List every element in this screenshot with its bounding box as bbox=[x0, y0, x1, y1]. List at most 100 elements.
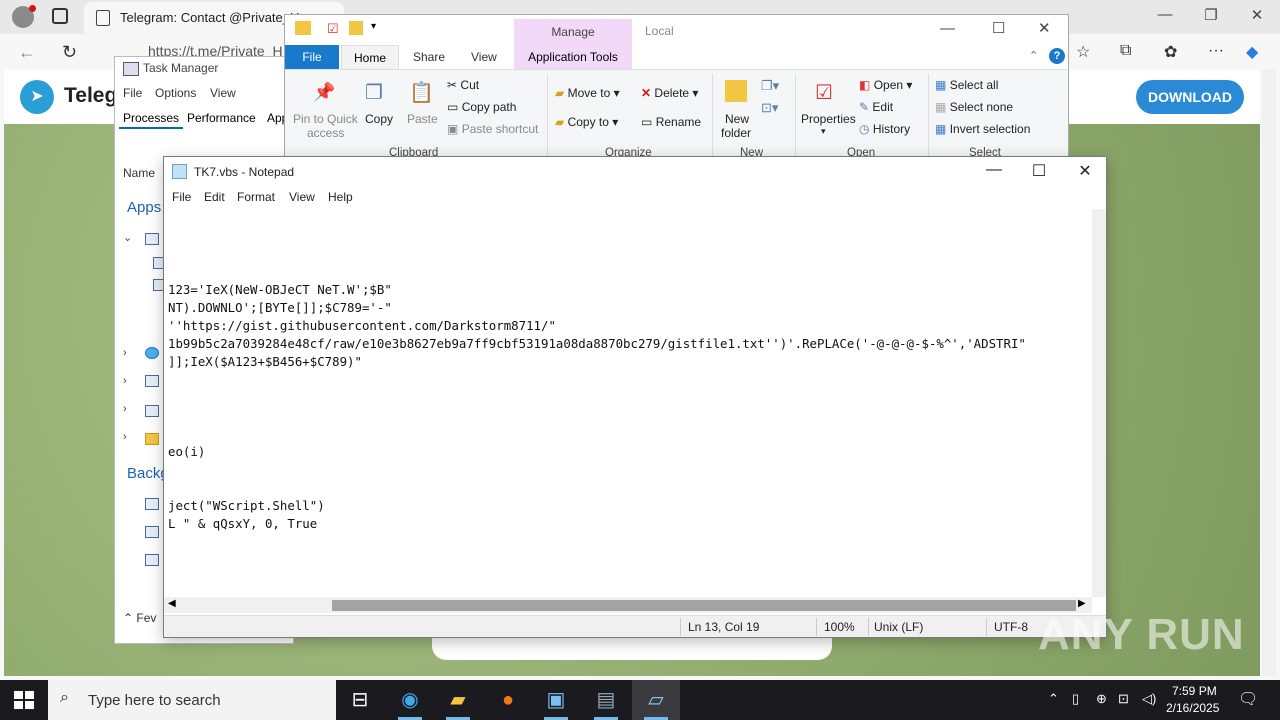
ribbon-tab-view[interactable]: View bbox=[471, 50, 497, 64]
notepad-text-area[interactable]: 123='IeX(NeW-OBJeCT NeT.W';$B" NT).DOWNL… bbox=[168, 209, 1090, 597]
file-explorer-taskbar-icon[interactable]: ▰ bbox=[434, 680, 482, 720]
download-button[interactable]: DOWNLOAD bbox=[1136, 80, 1244, 114]
properties-dropdown-icon[interactable]: ▾ bbox=[821, 126, 826, 137]
notifications-icon[interactable]: 🗨 bbox=[1238, 689, 1258, 709]
rename-button[interactable]: ▭ Rename bbox=[641, 115, 701, 129]
firefox-taskbar-icon[interactable]: ● bbox=[484, 680, 532, 720]
telegram-logo-icon[interactable]: ➤ bbox=[20, 80, 54, 114]
move-to-button[interactable]: ▰ Move to ▾ bbox=[555, 86, 620, 100]
favorites-star-icon[interactable]: ☆ bbox=[1076, 42, 1090, 62]
paste-button[interactable]: Paste bbox=[407, 112, 438, 126]
edit-label: Edit bbox=[872, 100, 894, 114]
collections-icon[interactable]: ⧉ bbox=[1120, 42, 1131, 60]
copy-icon: ❐ bbox=[365, 82, 383, 104]
notepad-vertical-scrollbar[interactable] bbox=[1092, 209, 1106, 597]
explorer-close-button[interactable]: ✕ bbox=[1038, 19, 1051, 37]
task-manager-taskbar-icon[interactable]: ▤ bbox=[582, 680, 630, 720]
easy-access-icon[interactable]: ⊡▾ bbox=[761, 100, 778, 116]
expand-chevron-icon[interactable]: › bbox=[123, 347, 127, 359]
collapse-chevron-icon[interactable]: ⌄ bbox=[123, 231, 132, 244]
tm-menu-view[interactable]: View bbox=[210, 86, 236, 100]
copy-button[interactable]: Copy bbox=[365, 112, 393, 126]
browser-close-button[interactable]: ✕ bbox=[1242, 6, 1272, 24]
help-icon[interactable]: ? bbox=[1049, 48, 1065, 64]
ribbon-tabs: File Home Share View Application Tools ⌃ bbox=[285, 45, 1068, 69]
expand-chevron-icon[interactable]: › bbox=[123, 403, 127, 415]
tm-menu-file[interactable]: File bbox=[123, 86, 142, 100]
expand-chevron-icon[interactable]: › bbox=[123, 375, 127, 387]
np-menu-format[interactable]: Format bbox=[237, 190, 275, 204]
explorer-maximize-button[interactable]: ☐ bbox=[992, 19, 1005, 37]
taskbar-search-box[interactable]: ⌕ Type here to search bbox=[48, 680, 336, 720]
invert-selection-button[interactable]: ▦ Invert selection bbox=[935, 122, 1030, 136]
edit-button[interactable]: ✎ Edit bbox=[859, 100, 893, 114]
history-label: History bbox=[872, 122, 911, 136]
extensions-icon[interactable]: ✿ bbox=[1164, 42, 1177, 62]
fewer-details-link[interactable]: ⌃ Fev bbox=[123, 611, 156, 625]
horizontal-scroll-thumb[interactable] bbox=[332, 600, 1076, 611]
start-windows-icon[interactable] bbox=[14, 691, 34, 709]
tm-column-name[interactable]: Name bbox=[123, 166, 155, 180]
ribbon-tab-file[interactable]: File bbox=[285, 45, 339, 69]
select-none-button[interactable]: ▦ Select none bbox=[935, 100, 1013, 114]
expand-chevron-icon[interactable]: › bbox=[123, 431, 127, 443]
notepad-horizontal-scrollbar[interactable]: ◀ ▶ bbox=[164, 597, 1092, 613]
explorer-window-taskbar-icon[interactable]: ▣ bbox=[532, 680, 580, 720]
cut-button[interactable]: ✂ Cut bbox=[447, 78, 479, 92]
task-view-icon[interactable]: ⊟ bbox=[336, 680, 384, 720]
notepad-minimize-button[interactable]: — bbox=[974, 161, 1014, 179]
properties-button[interactable]: Properties bbox=[801, 112, 856, 126]
explorer-minimize-button[interactable]: — bbox=[940, 20, 955, 37]
tm-menu-options[interactable]: Options bbox=[155, 86, 196, 100]
copy-to-button[interactable]: ▰ Copy to ▾ bbox=[555, 115, 618, 129]
edge-taskbar-icon[interactable]: ◉ bbox=[386, 680, 434, 720]
browser-restore-button[interactable]: ❐ bbox=[1196, 6, 1226, 24]
select-all-button[interactable]: ▦ Select all bbox=[935, 78, 998, 92]
notepad-close-button[interactable]: ✕ bbox=[1065, 161, 1105, 181]
qa-dropdown-icon[interactable]: ▾ bbox=[371, 21, 376, 32]
np-menu-edit[interactable]: Edit bbox=[204, 190, 225, 204]
np-menu-help[interactable]: Help bbox=[328, 190, 353, 204]
scroll-left-icon[interactable]: ◀ bbox=[168, 598, 176, 609]
new-folder-qa-icon[interactable] bbox=[349, 21, 363, 35]
more-menu-icon[interactable]: ··· bbox=[1208, 42, 1224, 60]
paste-shortcut-button[interactable]: ▣ Paste shortcut bbox=[447, 122, 538, 136]
tray-overflow-icon[interactable]: ⌃ bbox=[1048, 691, 1059, 707]
page-scrollbar[interactable] bbox=[1262, 70, 1276, 676]
copy-path-button[interactable]: ▭ Copy path bbox=[447, 100, 516, 114]
select-none-icon: ▦ bbox=[935, 100, 947, 114]
tm-tab-processes[interactable]: Processes bbox=[119, 109, 184, 129]
np-menu-view[interactable]: View bbox=[289, 190, 315, 204]
ribbon-separator bbox=[928, 74, 929, 156]
browser-minimize-button[interactable]: — bbox=[1150, 6, 1180, 23]
tab-actions-icon[interactable] bbox=[52, 8, 68, 24]
delete-button[interactable]: ✕ Delete ▾ bbox=[641, 86, 698, 100]
history-button[interactable]: ◷ History bbox=[859, 122, 910, 136]
new-item-icon[interactable]: ❐▾ bbox=[761, 78, 779, 94]
clock-date[interactable]: 2/16/2025 bbox=[1166, 701, 1219, 715]
np-menu-file[interactable]: File bbox=[172, 190, 191, 204]
tm-tab-performance[interactable]: Performance bbox=[183, 109, 260, 127]
ribbon-tab-home[interactable]: Home bbox=[341, 45, 399, 69]
ribbon-collapse-icon[interactable]: ⌃ bbox=[1029, 49, 1038, 62]
task-manager-icon bbox=[123, 62, 139, 76]
tray-app-icon[interactable]: ▯ bbox=[1072, 691, 1079, 707]
notepad-maximize-button[interactable]: ☐ bbox=[1019, 161, 1059, 181]
notepad-icon bbox=[172, 164, 187, 179]
notepad-status-bar: Ln 13, Col 19 100% Unix (LF) UTF-8 bbox=[164, 615, 1106, 637]
clock-time[interactable]: 7:59 PM bbox=[1172, 684, 1217, 698]
notepad-taskbar-icon[interactable]: ▱ bbox=[632, 680, 680, 720]
ribbon-tab-share[interactable]: Share bbox=[413, 50, 445, 64]
network-icon[interactable]: ⊡ bbox=[1118, 691, 1129, 707]
back-icon[interactable]: ← bbox=[18, 42, 36, 63]
volume-icon[interactable]: ◁) bbox=[1142, 691, 1156, 707]
pin-quick-access-button[interactable]: Pin to Quick bbox=[293, 112, 358, 126]
open-button[interactable]: ◧ Open ▾ bbox=[859, 78, 912, 92]
ribbon-tab-application-tools[interactable]: Application Tools bbox=[514, 45, 632, 69]
tray-device-icon[interactable]: ⊕ bbox=[1096, 691, 1107, 707]
properties-check-icon[interactable]: ☑ bbox=[327, 21, 339, 37]
scroll-right-icon[interactable]: ▶ bbox=[1078, 598, 1086, 609]
new-folder-button[interactable]: New bbox=[725, 112, 749, 126]
refresh-icon[interactable]: ↻ bbox=[62, 42, 77, 63]
copilot-icon[interactable]: ◆ bbox=[1246, 42, 1258, 62]
